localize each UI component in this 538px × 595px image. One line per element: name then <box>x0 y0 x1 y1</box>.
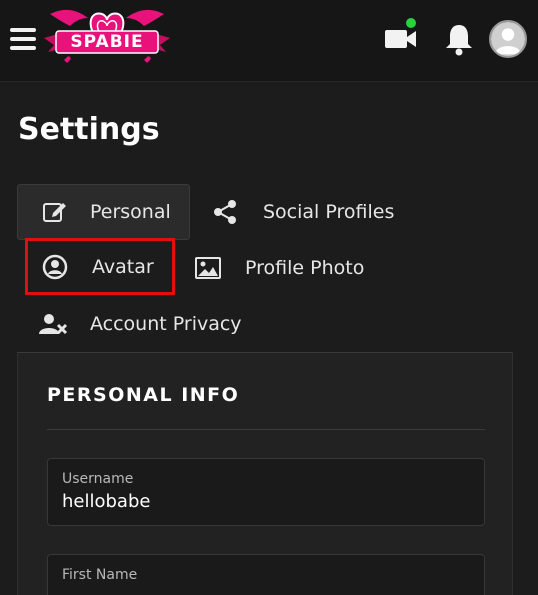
section-title: PERSONAL INFO <box>47 384 240 406</box>
image-icon <box>193 253 223 283</box>
user-x-icon <box>38 309 68 339</box>
spabie-logo[interactable]: SPABIE <box>40 4 174 74</box>
video-camera-icon[interactable] <box>384 26 418 52</box>
username-field[interactable]: Username hellobabe <box>47 458 485 526</box>
personal-info-panel: PERSONAL INFO Username hellobabe First N… <box>17 352 513 595</box>
menu-item-label: Profile Photo <box>245 257 365 279</box>
menu-item-account-privacy[interactable]: Account Privacy <box>38 305 242 343</box>
menu-item-label: Personal <box>90 201 171 223</box>
menu-item-personal[interactable]: Personal <box>17 184 190 240</box>
bell-icon[interactable] <box>444 22 474 56</box>
user-avatar-icon[interactable] <box>489 20 527 58</box>
online-status-dot <box>406 18 416 28</box>
username-value[interactable]: hellobabe <box>62 491 470 512</box>
menu-item-avatar[interactable]: Avatar <box>25 238 175 295</box>
menu-item-profile-photo[interactable]: Profile Photo <box>193 249 364 287</box>
divider <box>47 429 485 430</box>
menu-item-social-profiles[interactable]: Social Profiles <box>210 193 394 231</box>
logo-text: SPABIE <box>70 32 143 52</box>
first-name-label: First Name <box>62 567 138 583</box>
page-title: Settings <box>18 112 160 147</box>
menu-item-label: Social Profiles <box>263 201 395 223</box>
menu-item-label: Account Privacy <box>90 313 242 335</box>
menu-item-label: Avatar <box>92 255 154 278</box>
hamburger-icon[interactable] <box>10 28 36 50</box>
top-navbar: SPABIE <box>0 0 538 82</box>
username-label: Username <box>62 471 134 487</box>
first-name-field[interactable]: First Name <box>47 554 485 595</box>
share-icon <box>210 197 240 227</box>
edit-icon <box>40 197 70 227</box>
user-circle-icon <box>40 252 70 282</box>
